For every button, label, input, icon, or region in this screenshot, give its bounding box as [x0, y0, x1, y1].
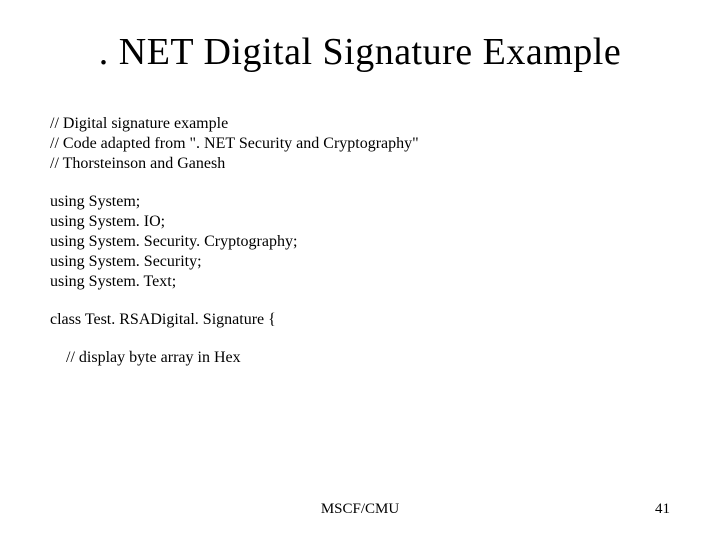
page-number: 41	[655, 501, 670, 518]
code-line: // Digital signature example	[50, 114, 670, 134]
code-line: class Test. RSADigital. Signature {	[50, 310, 670, 330]
inner-comment-block: // display byte array in Hex	[50, 348, 670, 368]
slide-title: . NET Digital Signature Example	[50, 30, 670, 74]
code-line: using System. Text;	[50, 272, 670, 292]
code-line: // Code adapted from ". NET Security and…	[50, 134, 670, 154]
slide-body: // Digital signature example // Code ada…	[50, 114, 670, 368]
code-line: using System. Security;	[50, 252, 670, 272]
code-line: using System. Security. Cryptography;	[50, 232, 670, 252]
code-line: using System;	[50, 192, 670, 212]
slide: . NET Digital Signature Example // Digit…	[0, 0, 720, 540]
class-decl-block: class Test. RSADigital. Signature {	[50, 310, 670, 330]
code-line: // Thorsteinson and Ganesh	[50, 154, 670, 174]
comment-block: // Digital signature example // Code ada…	[50, 114, 670, 174]
code-line: // display byte array in Hex	[66, 348, 670, 368]
using-block: using System; using System. IO; using Sy…	[50, 192, 670, 292]
footer-center: MSCF/CMU	[0, 501, 720, 518]
code-line: using System. IO;	[50, 212, 670, 232]
